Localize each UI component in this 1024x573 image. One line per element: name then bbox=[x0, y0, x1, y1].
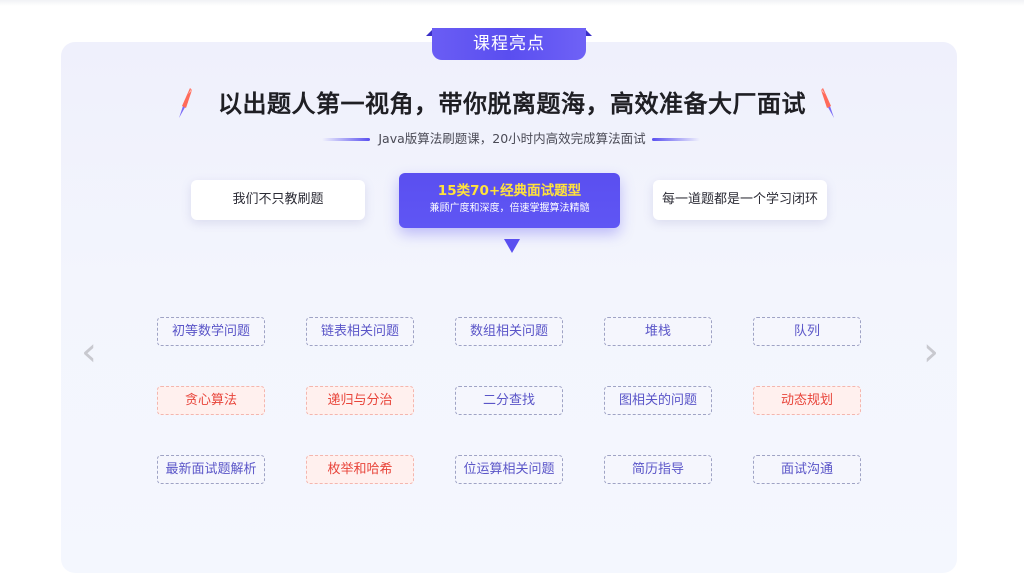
topic-tag[interactable]: 链表相关问题 bbox=[306, 317, 414, 346]
feature-card-active[interactable]: 15类70+经典面试题型 兼顾广度和深度，倍速掌握算法精髓 bbox=[399, 173, 620, 228]
topic-tag[interactable]: 堆栈 bbox=[604, 317, 712, 346]
rocket-icon bbox=[821, 88, 834, 118]
topic-tag[interactable]: 队列 bbox=[753, 317, 861, 346]
subtitle-row: Java版算法刷题课，20小时内高效完成算法面试 bbox=[0, 129, 1024, 149]
topic-tag[interactable]: 数组相关问题 bbox=[455, 317, 563, 346]
section-tab-label: 课程亮点 bbox=[432, 28, 586, 60]
subtitle: Java版算法刷题课，20小时内高效完成算法面试 bbox=[378, 131, 646, 146]
feature-active-title: 15类70+经典面试题型 bbox=[437, 183, 582, 199]
decorative-line-right bbox=[652, 138, 700, 141]
topic-tag-hot[interactable]: 递归与分治 bbox=[306, 386, 414, 415]
topic-tag[interactable]: 初等数学问题 bbox=[157, 317, 265, 346]
topic-tag-hot[interactable]: 枚举和哈希 bbox=[306, 455, 414, 484]
topic-tag[interactable]: 面试沟通 bbox=[753, 455, 861, 484]
top-shadow-bar bbox=[0, 0, 1024, 6]
feature-active-subtitle: 兼顾广度和深度，倍速掌握算法精髓 bbox=[429, 203, 590, 214]
topic-tag[interactable]: 位运算相关问题 bbox=[455, 455, 563, 484]
chevron-right-icon[interactable]: › bbox=[917, 332, 945, 372]
chevron-left-icon[interactable]: ‹ bbox=[75, 332, 103, 372]
topic-tag[interactable]: 二分查找 bbox=[455, 386, 563, 415]
topic-tag[interactable]: 最新面试题解析 bbox=[157, 455, 265, 484]
topic-tag-hot[interactable]: 动态规划 bbox=[753, 386, 861, 415]
headline: 以出题人第一视角，带你脱离题海，高效准备大厂面试 bbox=[218, 90, 806, 118]
feature-card-right[interactable]: 每一道题都是一个学习闭环 bbox=[653, 180, 827, 220]
triangle-down-icon bbox=[504, 239, 520, 253]
topic-tag-hot[interactable]: 贪心算法 bbox=[157, 386, 265, 415]
headline-row: 以出题人第一视角，带你脱离题海，高效准备大厂面试 bbox=[0, 84, 1024, 124]
feature-card-left[interactable]: 我们不只教刷题 bbox=[191, 180, 365, 220]
topic-tag[interactable]: 图相关的问题 bbox=[604, 386, 712, 415]
section-tab: 课程亮点 bbox=[426, 28, 592, 60]
topic-tag[interactable]: 简历指导 bbox=[604, 455, 712, 484]
